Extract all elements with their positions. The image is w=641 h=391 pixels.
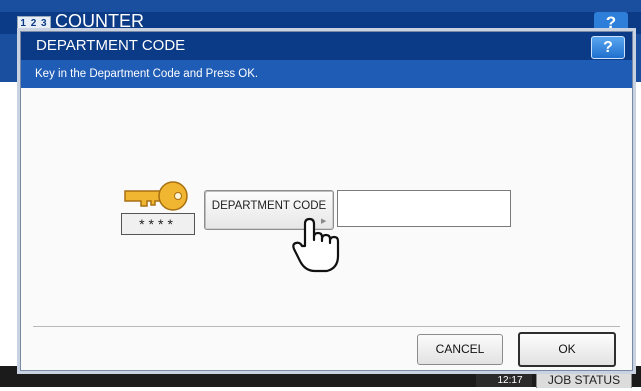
divider [33, 326, 620, 327]
job-status-button[interactable]: JOB STATUS [536, 368, 632, 388]
hand-pointer-icon [292, 217, 340, 273]
clock-time: 12:17 [497, 375, 523, 386]
help-button[interactable]: ? [591, 36, 625, 59]
counter-badge: 1 2 3 [17, 16, 51, 32]
masked-code-display: **** [121, 213, 195, 235]
key-icon [124, 181, 188, 211]
dialog-title-bar: DEPARTMENT CODE ? [21, 32, 632, 60]
department-code-dialog: DEPARTMENT CODE ? Key in the Department … [20, 31, 633, 371]
background-help-button[interactable]: ? [594, 12, 628, 32]
ok-button[interactable]: OK [518, 332, 616, 367]
instruction-message: Key in the Department Code and Press OK. [35, 68, 259, 80]
message-bar: Key in the Department Code and Press OK. [21, 60, 632, 88]
department-code-button-label: DEPARTMENT CODE [211, 200, 327, 212]
background-title: COUNTER [55, 11, 144, 27]
cancel-button[interactable]: CANCEL [417, 334, 503, 365]
dialog-title: DEPARTMENT CODE [36, 37, 186, 54]
department-code-field[interactable] [337, 190, 511, 227]
